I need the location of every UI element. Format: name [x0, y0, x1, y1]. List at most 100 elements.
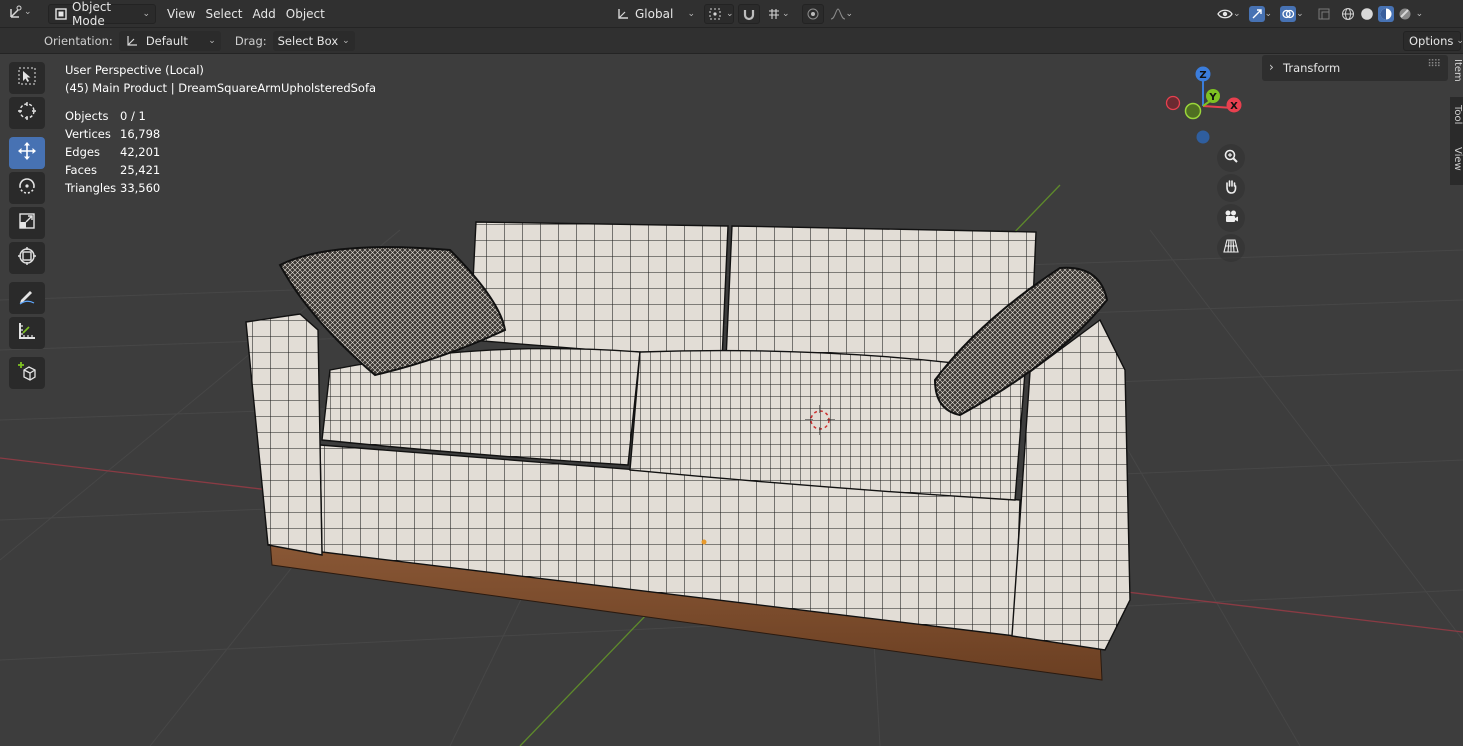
snap-target-dropdown[interactable]: ⌄	[764, 4, 792, 24]
chevron-down-icon[interactable]: ⌄	[1416, 9, 1424, 19]
transform-orientation-dropdown[interactable]: Global ⌄	[610, 4, 700, 24]
chevron-down-icon: ⌄	[208, 36, 216, 46]
xray-icon	[1316, 6, 1332, 22]
tool-transform[interactable]	[9, 242, 45, 274]
menu-object[interactable]: Object	[281, 4, 330, 24]
drag-handle-icon[interactable]: ⠿⠿	[1427, 59, 1441, 70]
cursor-icon	[17, 101, 37, 126]
pencil-icon	[17, 286, 37, 311]
tool-measure[interactable]	[9, 317, 45, 349]
stat-value: 0 / 1	[120, 109, 146, 123]
chevron-down-icon: ⌄	[1456, 36, 1463, 46]
orientation-setting-value: Default	[145, 34, 188, 48]
chevron-right-icon: ›	[1269, 60, 1274, 74]
hand-icon	[1223, 178, 1239, 198]
tab-tool[interactable]: Tool	[1450, 101, 1463, 139]
magnifier-icon	[1223, 148, 1239, 168]
tab-view[interactable]: View	[1450, 143, 1463, 183]
transform-panel-title: Transform	[1283, 61, 1341, 75]
drag-setting-value: Select Box	[277, 34, 339, 48]
editor-type-button[interactable]: ⌄	[8, 4, 32, 20]
proportional-edit-icon	[805, 6, 821, 22]
chevron-down-icon: ⌄	[342, 36, 350, 46]
solid-shading-icon[interactable]	[1359, 6, 1375, 22]
menu-add[interactable]: Add	[248, 4, 281, 24]
add-cube-icon	[17, 361, 37, 386]
viewport-header: ⌄ Object Mode ⌄ View Select Add Object G…	[0, 0, 1463, 28]
shading-modes: ⌄	[1338, 4, 1426, 24]
drag-setting-dropdown[interactable]: Select Box ⌄	[272, 31, 355, 51]
tool-scale[interactable]	[9, 207, 45, 239]
orientation-setting-label: Orientation:	[44, 34, 113, 48]
tool-add-cube[interactable]	[9, 357, 45, 389]
select-box-icon	[17, 66, 37, 91]
pivot-icon	[708, 6, 722, 22]
stat-row: Objects 0 / 1	[65, 107, 376, 125]
tool-cursor[interactable]	[9, 97, 45, 129]
navigation-gizmo[interactable]: Z Y X	[1158, 63, 1248, 153]
overlays-toggle[interactable]: ⌄	[1278, 4, 1306, 24]
gizmo-neg-y[interactable]	[1184, 102, 1202, 120]
editor-type-icon	[8, 4, 24, 20]
chevron-down-icon: ⌄	[687, 9, 695, 19]
tool-annotate[interactable]	[9, 282, 45, 314]
move-icon	[17, 141, 37, 166]
options-dropdown[interactable]: Options ⌄	[1403, 31, 1463, 51]
wireframe-shading-icon[interactable]	[1340, 6, 1356, 22]
chevron-down-icon: ⌄	[1264, 9, 1273, 19]
mode-dropdown[interactable]: Object Mode ⌄	[48, 0, 156, 28]
gizmo-toggle[interactable]: ⌄	[1247, 4, 1275, 24]
stat-row: Vertices 16,798	[65, 125, 376, 143]
visibility-dropdown[interactable]: ⌄	[1215, 4, 1243, 24]
perspective-toggle-button[interactable]	[1217, 234, 1245, 262]
object-origin	[701, 539, 707, 545]
stat-label: Edges	[65, 145, 100, 159]
chevron-down-icon: ⌄	[845, 9, 854, 19]
3d-viewport[interactable]: User Perspective (Local) (45) Main Produ…	[0, 55, 1463, 746]
transform-panel-header[interactable]: › Transform ⠿⠿	[1262, 55, 1448, 81]
snap-grid-icon	[766, 6, 782, 22]
stat-value: 42,201	[120, 145, 161, 159]
pivot-point-dropdown[interactable]: ⌄	[704, 4, 734, 24]
gizmo-z-label: Z	[1199, 70, 1206, 81]
zoom-button[interactable]	[1217, 144, 1245, 172]
menu-view[interactable]: View	[162, 4, 200, 24]
camera-icon	[1223, 208, 1239, 228]
stat-row: Triangles 33,560	[65, 179, 376, 197]
transform-icon	[17, 246, 37, 271]
orientation-icon	[124, 33, 140, 49]
orientation-icon	[615, 6, 631, 22]
proportional-edit-toggle[interactable]	[801, 4, 824, 24]
rendered-shading-icon[interactable]	[1397, 6, 1413, 22]
stat-row: Faces 25,421	[65, 161, 376, 179]
orientation-label: Global	[635, 7, 674, 21]
chevron-down-icon: ⌄	[1233, 9, 1241, 19]
tab-item[interactable]: Item	[1450, 55, 1463, 97]
camera-view-button[interactable]	[1217, 204, 1245, 232]
tool-select-box[interactable]	[9, 62, 45, 94]
chevron-down-icon: ⌄	[726, 9, 734, 19]
tool-settings-bar: Orientation: Default ⌄ Drag: Select Box …	[0, 28, 1463, 54]
xray-toggle[interactable]	[1314, 4, 1334, 24]
gizmo-y-label: Y	[1208, 92, 1217, 103]
stat-row: Edges 42,201	[65, 143, 376, 161]
pan-button[interactable]	[1217, 174, 1245, 202]
menu-select[interactable]: Select	[200, 4, 247, 24]
tool-move[interactable]	[9, 137, 45, 169]
magnet-icon	[741, 6, 757, 22]
mode-label: Object Mode	[72, 0, 112, 28]
stat-value: 25,421	[120, 163, 161, 177]
chevron-down-icon: ⌄	[142, 9, 150, 19]
sofa-backrest-left	[469, 221, 729, 361]
orientation-setting-dropdown[interactable]: Default ⌄	[118, 31, 221, 51]
material-shading-icon[interactable]	[1377, 6, 1394, 22]
gizmo-neg-x[interactable]	[1165, 95, 1181, 111]
viewport-info: User Perspective (Local) (45) Main Produ…	[65, 61, 376, 197]
tool-rotate[interactable]	[9, 172, 45, 204]
sofa-arm-left	[245, 313, 323, 556]
falloff-dropdown[interactable]: ⌄	[828, 4, 856, 24]
gizmo-neg-z[interactable]	[1196, 130, 1210, 144]
sidebar-tabs: Item Tool View	[1450, 55, 1463, 185]
snap-toggle[interactable]	[738, 4, 760, 24]
object-mode-icon	[54, 6, 68, 22]
